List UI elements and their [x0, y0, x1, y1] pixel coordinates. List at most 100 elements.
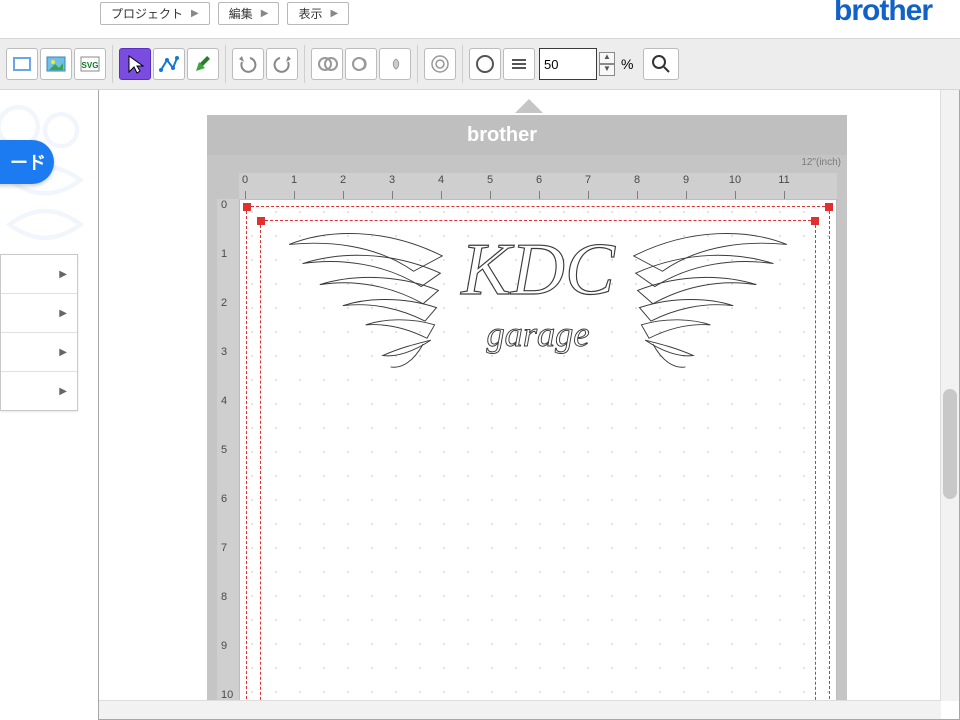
side-row-1[interactable]: ▶ — [1, 255, 77, 294]
pen-icon — [191, 52, 215, 76]
intersect-icon — [383, 52, 407, 76]
scrollbar-horizontal[interactable] — [99, 700, 941, 719]
menu-bar: プロジェクト ▶ 編集 ▶ 表示 ▶ — [100, 2, 349, 25]
scrollbar-thumb[interactable] — [943, 389, 957, 499]
toolbar-separator — [462, 45, 463, 83]
cursor-button[interactable] — [119, 48, 151, 80]
circle-icon — [473, 52, 497, 76]
image-button[interactable] — [40, 48, 72, 80]
mode-bubble-label: ード — [10, 149, 46, 175]
ruler-v-number: 3 — [221, 346, 227, 358]
menu-project[interactable]: プロジェクト ▶ — [100, 2, 210, 25]
svg-button[interactable]: SVG — [74, 48, 106, 80]
subtract-button[interactable] — [345, 48, 377, 80]
scrollbar-vertical[interactable] — [940, 89, 959, 701]
lines-icon — [507, 52, 531, 76]
ruler-h-number: 10 — [729, 174, 741, 186]
toolbar: SVG ▲ ▼ % — [0, 38, 960, 90]
offset-button[interactable] — [424, 48, 456, 80]
design-subtitle-text: garage — [486, 314, 589, 354]
ruler-h-number: 11 — [778, 174, 789, 186]
ruler-h-number: 8 — [634, 174, 640, 186]
ruler-h-number: 5 — [487, 174, 493, 186]
canvas-top-indicator — [515, 99, 543, 113]
ruler-h-number: 2 — [340, 174, 346, 186]
chevron-right-icon: ▶ — [191, 8, 199, 19]
svg-icon: SVG — [78, 52, 102, 76]
side-row-2[interactable]: ▶ — [1, 294, 77, 333]
mat-canvas: brother 12"(inch) 0 1 2 3 4 5 6 7 8 9 10 11 0 1 2 3 4 5 6… — [207, 115, 847, 720]
lines-button[interactable] — [503, 48, 535, 80]
undo-button[interactable] — [232, 48, 264, 80]
menu-edit[interactable]: 編集 ▶ — [218, 2, 280, 25]
undo-icon — [236, 52, 260, 76]
side-row-3[interactable]: ▶ — [1, 333, 77, 372]
cursor-icon — [123, 52, 147, 76]
wing-left-icon — [289, 233, 442, 367]
mat-header: brother — [207, 115, 847, 155]
chevron-right-icon: ▶ — [59, 386, 67, 397]
zoom-input[interactable] — [539, 48, 597, 80]
ruler-v-number: 7 — [221, 542, 227, 554]
menu-project-label: プロジェクト — [111, 5, 183, 22]
weld-icon — [315, 52, 339, 76]
svg-text:SVG: SVG — [82, 61, 99, 70]
chevron-right-icon: ▶ — [261, 8, 269, 19]
menu-view[interactable]: 表示 ▶ — [287, 2, 349, 25]
cutting-mat-page[interactable]: KDC garage — [239, 199, 837, 720]
toolbar-separator — [417, 45, 418, 83]
zoom-unit: % — [621, 56, 633, 72]
ruler-h-number: 3 — [389, 174, 395, 186]
chevron-right-icon: ▶ — [59, 347, 67, 358]
ruler-h-number: 6 — [536, 174, 542, 186]
svg-text:brother: brother — [467, 124, 537, 146]
toolbar-separator — [304, 45, 305, 83]
rectangle-icon — [10, 52, 34, 76]
ruler-vertical: 01234567891011 — [217, 199, 239, 720]
ruler-v-number: 2 — [221, 297, 227, 309]
ruler-h-number: 7 — [585, 174, 591, 186]
ruler-v-number: 5 — [221, 444, 227, 456]
menu-view-label: 表示 — [298, 5, 322, 22]
side-panel: ▶ ▶ ▶ ▶ — [0, 254, 78, 411]
subtract-icon — [349, 52, 373, 76]
toolbar-separator — [225, 45, 226, 83]
zoom-step-up[interactable]: ▲ — [599, 52, 615, 64]
side-row-4[interactable]: ▶ — [1, 372, 77, 410]
polyline-button[interactable] — [153, 48, 185, 80]
ruler-horizontal: 0 1 2 3 4 5 6 7 8 9 10 11 — [239, 173, 837, 199]
ruler-v-number: 6 — [221, 493, 227, 505]
chevron-right-icon: ▶ — [59, 269, 67, 280]
ruler-h-number: 1 — [291, 174, 297, 186]
offset-icon — [428, 52, 452, 76]
image-icon — [44, 52, 68, 76]
polyline-icon — [157, 52, 181, 76]
menu-edit-label: 編集 — [229, 5, 253, 22]
ruler-h-number: 9 — [683, 174, 689, 186]
toolbar-separator — [112, 45, 113, 83]
magnifier-icon — [651, 54, 671, 74]
pen-button[interactable] — [187, 48, 219, 80]
ruler-v-number: 1 — [221, 248, 227, 260]
mode-bubble[interactable]: ード — [0, 140, 54, 184]
ruler-h-number: 0 — [242, 174, 248, 186]
design-title-text: KDC — [460, 228, 616, 311]
ruler-v-number: 4 — [221, 395, 227, 407]
chevron-right-icon: ▶ — [330, 8, 338, 19]
redo-icon — [270, 52, 294, 76]
ruler-unit-label: 12"(inch) — [801, 157, 841, 168]
weld-button[interactable] — [311, 48, 343, 80]
intersect-button[interactable] — [379, 48, 411, 80]
ruler-v-number: 0 — [221, 199, 227, 211]
design-artwork[interactable]: KDC garage — [270, 214, 806, 384]
ruler-v-number: 8 — [221, 591, 227, 603]
ruler-h-number: 4 — [438, 174, 444, 186]
brand-logo: brother — [834, 0, 932, 28]
zoom-step-down[interactable]: ▼ — [599, 64, 615, 76]
redo-button[interactable] — [266, 48, 298, 80]
zoom-magnifier-button[interactable] — [643, 48, 679, 80]
circle-button[interactable] — [469, 48, 501, 80]
zoom-control: ▲ ▼ % — [539, 48, 679, 80]
workspace: brother 12"(inch) 0 1 2 3 4 5 6 7 8 9 10 11 0 1 2 3 4 5 6… — [98, 88, 960, 720]
rectangle-button[interactable] — [6, 48, 38, 80]
